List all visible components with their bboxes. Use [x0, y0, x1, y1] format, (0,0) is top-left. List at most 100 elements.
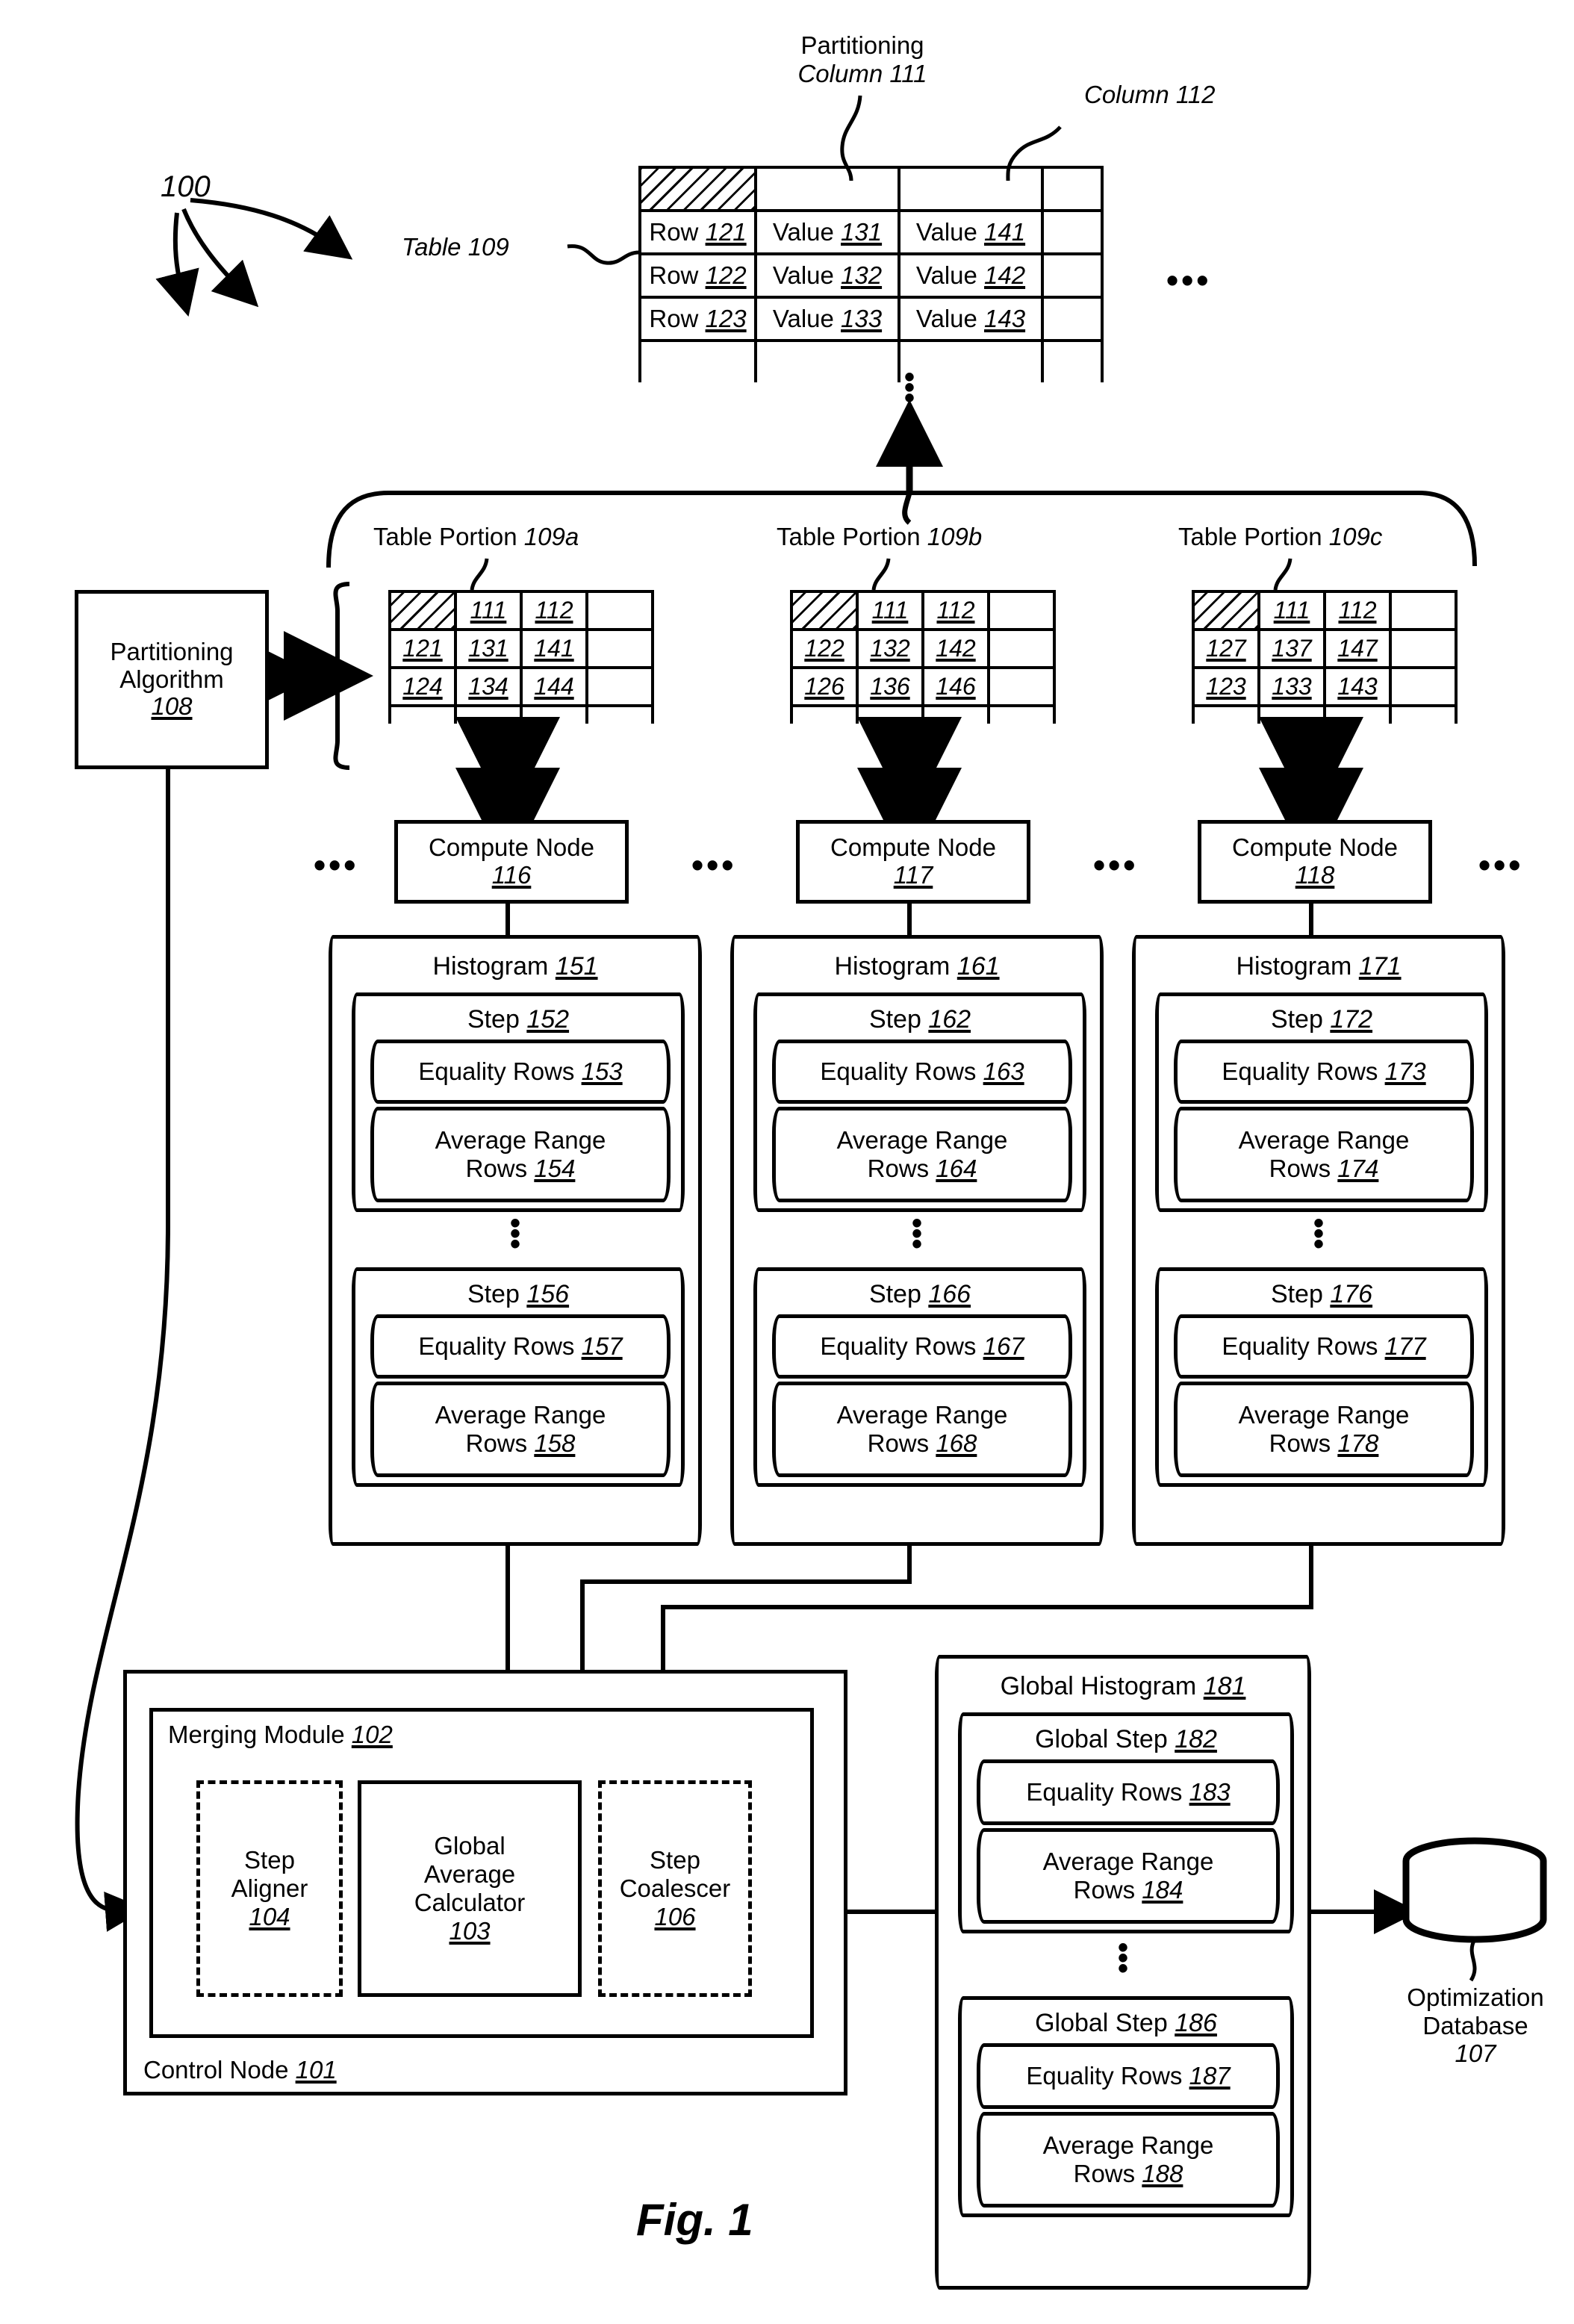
step-176-title: Step 176: [1270, 1280, 1373, 1308]
portion-cell: 131: [454, 628, 523, 669]
portion-cell: 127: [1192, 628, 1260, 669]
main-table-vertical-ellipsis: • • •: [903, 361, 915, 414]
histogram-161-step-ellipsis: • • •: [911, 1207, 922, 1261]
portion-cell-empty: [520, 704, 588, 724]
portion-row: 123 133 143: [1192, 666, 1458, 707]
step-166-box: Step 166 Equality Rows 167 Average Range…: [753, 1267, 1086, 1487]
reference-numeral: 109a: [523, 523, 579, 550]
reference-numeral: 109c: [1328, 523, 1383, 550]
portion-row: 126 136 146: [790, 666, 1056, 707]
reference-numeral: 154: [534, 1155, 576, 1182]
equality-rows-text: Equality Rows 173: [1222, 1057, 1426, 1085]
corner-hatch-cell: [790, 590, 859, 631]
optimization-database-label: Optimization Database 107: [1365, 1983, 1574, 2068]
system-ref-100: 100: [161, 170, 211, 203]
portion-cell: 146: [921, 666, 990, 707]
table-row-overflow: [638, 339, 1104, 382]
portion-row-overflow: [790, 704, 1056, 724]
cell-text: Value 143: [915, 305, 1026, 332]
portion-grid: 111 112 127 137 147 123 133 143: [1192, 590, 1458, 724]
portion-cell-empty: [790, 704, 859, 724]
reference-numeral: 183: [1189, 1778, 1231, 1806]
table-portion-109a: 111 112 121 131 141 124 134 144: [388, 590, 654, 724]
cell-text: Value 132: [772, 261, 883, 289]
portion-cell-more: [987, 628, 1056, 669]
compute-node-116[interactable]: Compute Node 116: [394, 820, 629, 904]
histogram-151-panel: Histogram 151 Step 152 Equality Rows 153…: [329, 935, 702, 1546]
reference-numeral: 157: [581, 1332, 623, 1360]
reference-numeral: 181: [1203, 1672, 1246, 1700]
step-aligner-box[interactable]: Step Aligner 104: [196, 1780, 343, 1997]
cell-value-141: Value 141: [898, 209, 1044, 255]
portion-cell-empty: [1192, 704, 1260, 724]
cell-value-142: Value 142: [898, 252, 1044, 299]
reference-numeral: 131: [841, 218, 883, 246]
main-table-right-ellipsis: •••: [1166, 261, 1212, 299]
reference-numeral: 153: [581, 1057, 623, 1085]
reference-numeral: 162: [928, 1005, 971, 1034]
portion-grid: 111 112 121 131 141 124 134 144: [388, 590, 654, 724]
partitioning-column-line1: Partitioning: [800, 31, 924, 59]
gac-line1: Global: [434, 1832, 506, 1860]
global-average-calculator-box[interactable]: Global Average Calculator 103: [358, 1780, 582, 1997]
step-172-box: Step 172 Equality Rows 173 Average Range…: [1155, 992, 1488, 1212]
portion-cell-empty: [454, 704, 523, 724]
reference-numeral: 184: [1142, 1876, 1183, 1904]
step-coalescer-box[interactable]: Step Coalescer 106: [598, 1780, 752, 1997]
global-step-186-title: Global Step 186: [1035, 2009, 1217, 2037]
reference-numeral: 186: [1175, 2009, 1217, 2037]
average-range-rows-168-box: Average Range Rows 168: [772, 1382, 1072, 1477]
cell-more: [1041, 296, 1104, 342]
partitioning-algorithm-ref: 108: [151, 692, 193, 721]
reference-numeral: 174: [1337, 1155, 1379, 1182]
partitioning-algorithm-box[interactable]: Partitioning Algorithm 108: [75, 590, 269, 769]
compute-node-ellipsis-2: •••: [1093, 845, 1139, 884]
cell-text: Value 133: [772, 305, 883, 332]
compute-node-ref: 118: [1295, 861, 1335, 889]
reference-numeral: 143: [984, 305, 1026, 332]
portion-cell: 121: [388, 628, 457, 669]
compute-node-117[interactable]: Compute Node 117: [796, 820, 1030, 904]
table-row: Row 121 Value 131 Value 141: [638, 209, 1104, 255]
average-range-rows-164-box: Average Range Rows 164: [772, 1107, 1072, 1202]
optimization-database-line2: Database: [1422, 2011, 1528, 2039]
avg-range-line2: Rows 158: [465, 1429, 576, 1457]
table-portion-109c-title: Table Portion 109c: [1178, 523, 1382, 551]
reference-numeral: 176: [1330, 1280, 1373, 1308]
reference-numeral: 102: [351, 1721, 393, 1748]
avg-range-line2: Rows 178: [1269, 1429, 1379, 1457]
partitioning-column-callout: Partitioning Column 111: [754, 31, 971, 87]
step-aligner-line1: Step: [244, 1846, 295, 1874]
portion-header-more: [1389, 590, 1458, 631]
avg-range-line2: Rows 174: [1269, 1155, 1379, 1182]
merging-module-box: Merging Module 102 Step Aligner 104 Glob…: [149, 1708, 814, 2038]
cell-more: [1041, 252, 1104, 299]
histogram-171-step-ellipsis: • • •: [1313, 1207, 1324, 1261]
portion-cell: 124: [388, 666, 457, 707]
portion-cell-more: [1389, 628, 1458, 669]
corner-hatch-cell: [1192, 590, 1260, 631]
main-table-grid: Row 121 Value 131 Value 141 Row 122 Valu…: [638, 166, 1104, 382]
portion-row-overflow: [1192, 704, 1458, 724]
compute-node-118[interactable]: Compute Node 118: [1198, 820, 1432, 904]
table-header-row: [638, 166, 1104, 212]
step-152-box: Step 152 Equality Rows 153 Average Range…: [352, 992, 685, 1212]
cell-empty: [638, 339, 757, 382]
portion-cell: 132: [856, 628, 924, 669]
global-histogram-title: Global Histogram 181: [1000, 1672, 1246, 1700]
portion-cell-more: [1389, 666, 1458, 707]
table-portion-109a-title: Table Portion 109a: [373, 523, 579, 551]
equality-rows-text: Equality Rows 163: [820, 1057, 1024, 1085]
step-152-title: Step 152: [467, 1005, 570, 1034]
step-coalescer-line1: Step: [650, 1846, 700, 1874]
step-coalescer-ref: 106: [654, 1902, 696, 1930]
control-node-label: Control Node 101: [143, 2056, 337, 2084]
portion-cell-more: [585, 628, 654, 669]
portion-cell: 142: [921, 628, 990, 669]
reference-numeral: 132: [841, 261, 883, 289]
title-text: Table Portion 109a: [373, 523, 579, 550]
equality-rows-187-box: Equality Rows 187: [977, 2043, 1280, 2109]
reference-numeral: 178: [1337, 1429, 1379, 1457]
avg-range-line2: Rows 154: [465, 1155, 576, 1182]
gac-ref: 103: [449, 1916, 491, 1945]
